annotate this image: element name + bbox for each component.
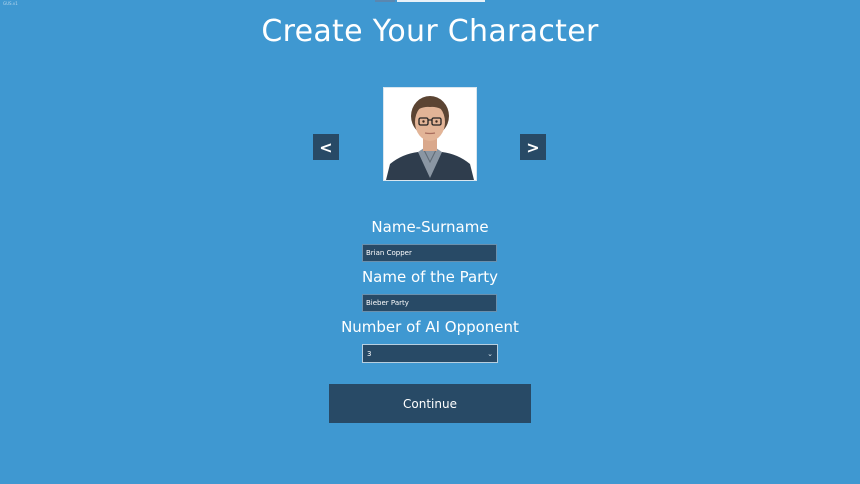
top-strip-segment-right [397,0,485,2]
next-portrait-button[interactable]: > [520,134,546,160]
character-portrait-image [384,88,476,180]
page-title: Create Your Character [261,14,599,49]
party-name-label: Name of the Party [361,268,499,286]
name-surname-label: Name-Surname [371,218,489,236]
ai-opponents-select[interactable]: 3 ⌄ [362,344,498,363]
previous-portrait-button[interactable]: < [313,134,339,160]
name-surname-input[interactable]: Brian Copper [362,244,497,262]
chevron-down-icon: ⌄ [487,349,493,358]
ai-opponents-value: 3 [367,349,372,358]
party-name-input[interactable]: Bieber Party [362,294,497,312]
continue-button[interactable]: Continue [329,384,531,423]
character-portrait [383,87,477,181]
ai-opponents-label: Number of AI Opponent [341,318,519,336]
top-strip-segment-left [375,0,395,2]
window-corner-label: GUS.v1 [3,1,18,6]
top-progress-strip [375,0,485,2]
